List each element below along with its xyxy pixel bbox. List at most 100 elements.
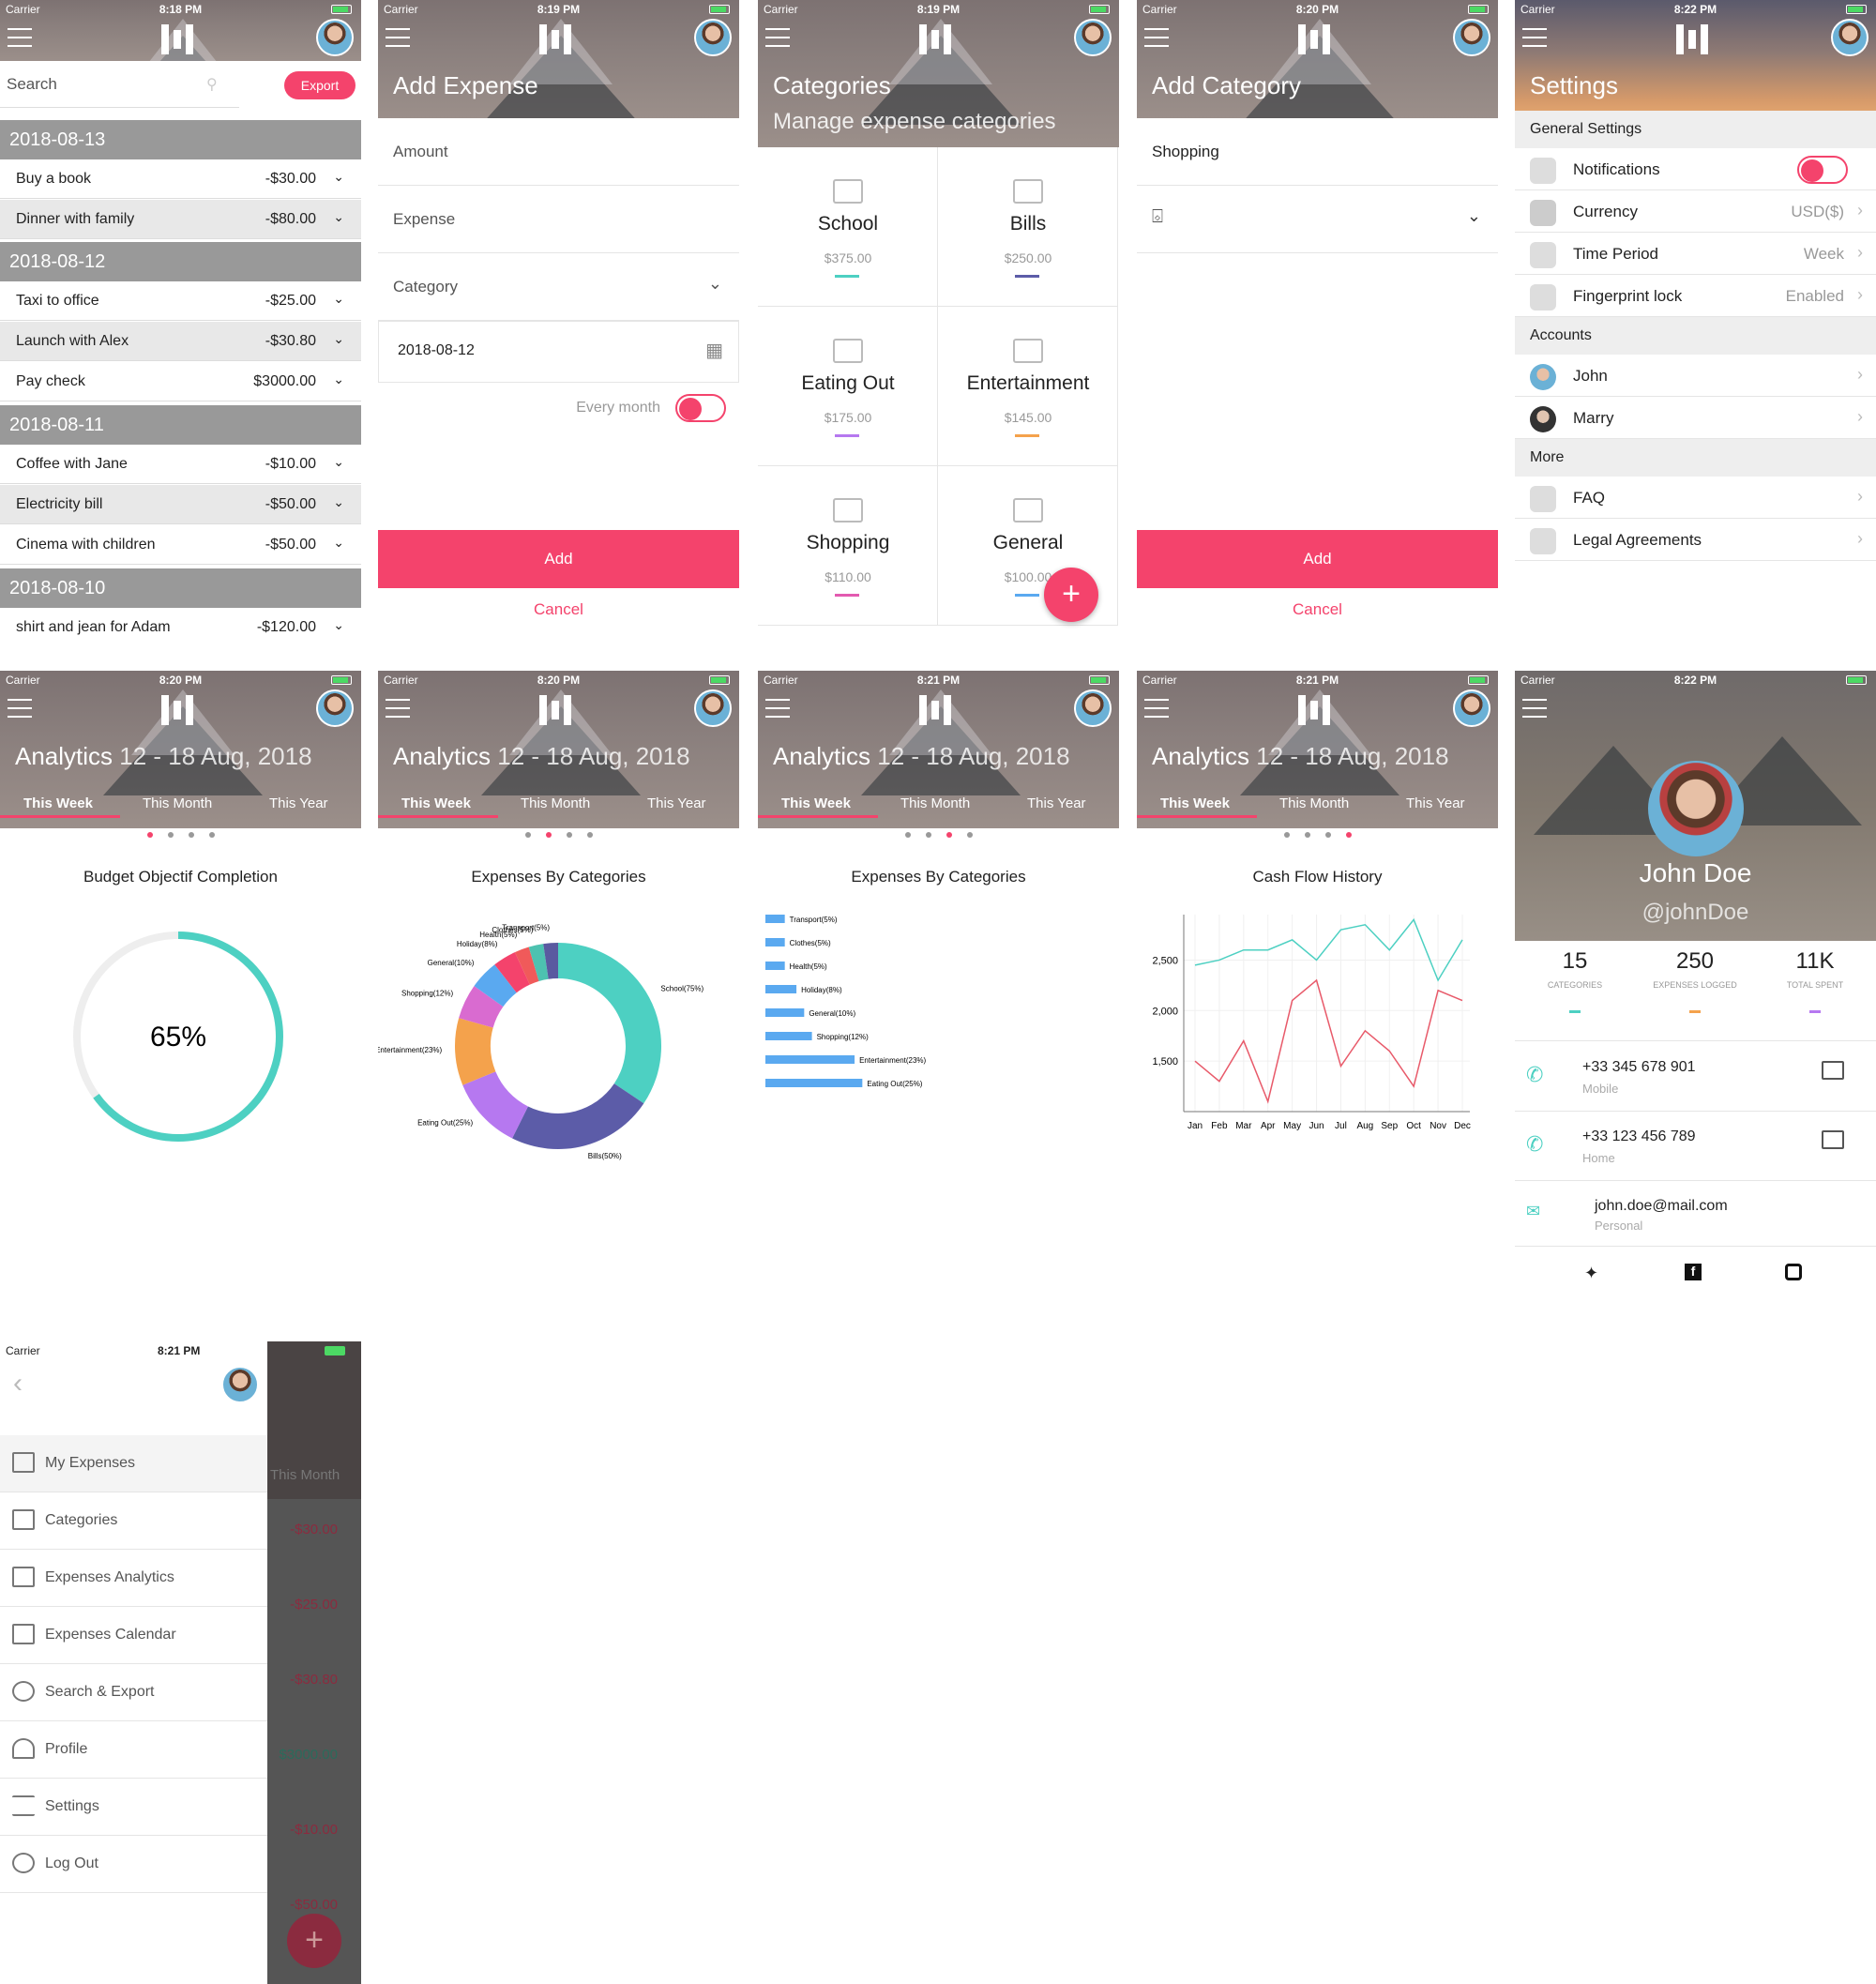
menu-icon[interactable] (1144, 28, 1169, 47)
avatar[interactable] (694, 689, 732, 727)
list-item[interactable]: Pay check $3000.00 ⌄ (0, 362, 361, 401)
tab-this-month[interactable]: This Month (143, 795, 212, 811)
add-button[interactable]: Add (1137, 530, 1498, 588)
menu-item-my-expenses[interactable]: My Expenses (0, 1435, 267, 1492)
tab-this-month[interactable]: This Month (1279, 795, 1349, 811)
list-item[interactable]: Launch with Alex -$30.80 ⌄ (0, 322, 361, 361)
expense-field[interactable]: Expense (378, 186, 739, 253)
every-month-toggle[interactable] (675, 394, 726, 422)
list-item[interactable]: shirt and jean for Adam -$120.00 ⌄ (0, 608, 361, 643)
time-period-row[interactable]: Time Period Week › (1515, 233, 1876, 275)
category-card[interactable]: Entertainment $145.00 (938, 307, 1118, 466)
calendar-icon[interactable]: ▦ (705, 339, 723, 362)
menu-icon[interactable] (8, 28, 32, 47)
category-card[interactable]: School $375.00 (758, 147, 938, 307)
chevron-down-icon[interactable]: ⌄ (333, 291, 344, 307)
category-card[interactable]: Eating Out $175.00 (758, 307, 938, 466)
contact-row[interactable]: ✆ +33 123 456 789 Home (1515, 1112, 1876, 1181)
menu-icon[interactable] (386, 699, 410, 718)
twitter-icon[interactable]: ✦ (1584, 1264, 1598, 1283)
list-item[interactable]: Buy a book -$30.00 ⌄ (0, 159, 361, 199)
tab-this-year[interactable]: This Year (1027, 795, 1086, 811)
menu-item-search-export[interactable]: Search & Export (0, 1664, 267, 1721)
tab-this-year[interactable]: This Year (1406, 795, 1465, 811)
list-item[interactable]: Taxi to office -$25.00 ⌄ (0, 281, 361, 321)
amount-field[interactable]: Amount (378, 118, 739, 186)
page-dots[interactable] (1137, 832, 1498, 838)
page-dots[interactable] (0, 832, 361, 838)
tab-this-week[interactable]: This Week (401, 795, 471, 811)
menu-icon[interactable] (8, 699, 32, 718)
message-icon[interactable] (1822, 1061, 1844, 1080)
category-card[interactable]: Shopping $110.00 (758, 466, 938, 626)
tab-this-year[interactable]: This Year (647, 795, 706, 811)
search-icon[interactable]: ⚲ (206, 75, 218, 94)
category-name-field[interactable]: Shopping (1137, 118, 1498, 186)
page-dots[interactable] (758, 832, 1119, 838)
currency-row[interactable]: Currency USD($) › (1515, 190, 1876, 233)
category-card[interactable]: Bills $250.00 (938, 147, 1118, 307)
avatar[interactable] (316, 19, 354, 56)
menu-icon[interactable] (386, 28, 410, 47)
menu-icon[interactable] (1522, 28, 1547, 47)
message-icon[interactable] (1822, 1130, 1844, 1149)
menu-icon[interactable] (765, 699, 790, 718)
add-category-fab[interactable]: + (1044, 568, 1098, 622)
chevron-down-icon[interactable]: ⌄ (333, 371, 344, 387)
avatar[interactable] (1074, 19, 1112, 56)
avatar[interactable] (221, 1366, 259, 1403)
chevron-down-icon[interactable]: ⌄ (333, 331, 344, 347)
contact-row[interactable]: ✉ john.doe@mail.com Personal (1515, 1181, 1876, 1247)
tab-this-week[interactable]: This Week (781, 795, 851, 811)
menu-item-calendar[interactable]: Expenses Calendar (0, 1607, 267, 1664)
icon-select[interactable]: ⌺ ⌄ (1137, 186, 1498, 253)
chevron-down-icon[interactable]: ⌄ (333, 494, 344, 510)
menu-item-categories[interactable]: Categories (0, 1492, 267, 1550)
chevron-down-icon[interactable]: ⌄ (708, 274, 722, 294)
phone-icon[interactable]: ✆ (1526, 1132, 1543, 1157)
menu-item-logout[interactable]: Log Out (0, 1836, 267, 1893)
chevron-down-icon[interactable]: ⌄ (333, 169, 344, 185)
chevron-down-icon[interactable]: ⌄ (333, 535, 344, 551)
cancel-button[interactable]: Cancel (1137, 600, 1498, 619)
menu-item-settings[interactable]: Settings (0, 1779, 267, 1836)
avatar[interactable] (1074, 689, 1112, 727)
avatar[interactable] (1453, 689, 1490, 727)
menu-icon[interactable] (765, 28, 790, 47)
back-chevron-icon[interactable]: ‹ (13, 1368, 23, 1400)
category-select[interactable]: Category ⌄ (378, 253, 739, 321)
avatar[interactable] (694, 19, 732, 56)
avatar[interactable] (1453, 19, 1490, 56)
account-row[interactable]: John › (1515, 355, 1876, 397)
cancel-button[interactable]: Cancel (378, 600, 739, 619)
notifications-row[interactable]: Notifications (1515, 148, 1876, 190)
menu-icon[interactable] (1144, 699, 1169, 718)
chevron-down-icon[interactable]: ⌄ (333, 209, 344, 225)
fingerprint-row[interactable]: Fingerprint lock Enabled › (1515, 275, 1876, 317)
notifications-toggle[interactable] (1797, 156, 1848, 184)
legal-row[interactable]: Legal Agreements › (1515, 519, 1876, 561)
tab-this-week[interactable]: This Week (23, 795, 93, 811)
add-button[interactable]: Add (378, 530, 739, 588)
menu-icon[interactable] (1522, 699, 1547, 718)
export-button[interactable]: Export (284, 71, 356, 99)
avatar[interactable] (1831, 19, 1868, 56)
chevron-down-icon[interactable]: ⌄ (333, 617, 344, 633)
chevron-down-icon[interactable]: ⌄ (1467, 206, 1481, 226)
date-field[interactable]: 2018-08-12 ▦ (378, 321, 739, 383)
list-item[interactable]: Cinema with children -$50.00 ⌄ (0, 525, 361, 565)
search-input[interactable]: Search (7, 75, 57, 94)
chevron-down-icon[interactable]: ⌄ (333, 454, 344, 470)
faq-row[interactable]: FAQ › (1515, 477, 1876, 519)
phone-icon[interactable]: ✆ (1526, 1063, 1543, 1087)
list-item[interactable]: Electricity bill -$50.00 ⌄ (0, 485, 361, 524)
add-fab[interactable]: + (287, 1914, 341, 1968)
list-item[interactable]: Dinner with family -$80.00 ⌄ (0, 200, 361, 239)
facebook-icon[interactable]: f (1685, 1264, 1702, 1280)
list-item[interactable]: Coffee with Jane -$10.00 ⌄ (0, 445, 361, 484)
mail-icon[interactable]: ✉ (1526, 1202, 1540, 1221)
tab-this-month[interactable]: This Month (900, 795, 970, 811)
instagram-icon[interactable] (1785, 1264, 1802, 1280)
account-row[interactable]: Marry › (1515, 397, 1876, 439)
page-dots[interactable] (378, 832, 739, 838)
